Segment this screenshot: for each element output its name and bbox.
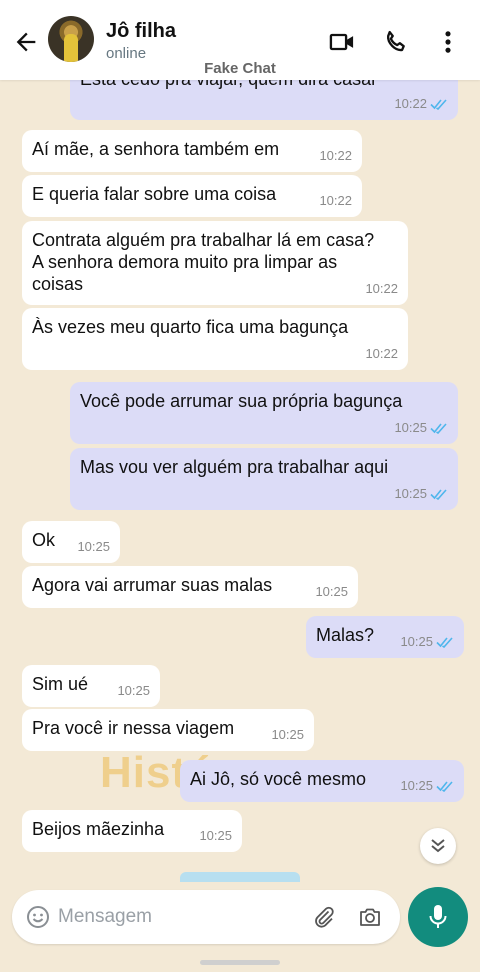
chat-screen: Histó Está cedo pra viajar, quem dirá ca… (0, 0, 480, 972)
avatar[interactable] (48, 16, 94, 62)
overlay-label: Fake Chat (204, 60, 276, 77)
message-text: Às vezes meu quarto fica uma bagunça (32, 317, 349, 337)
message-time: 10:25 (199, 828, 232, 843)
message-meta: 10:22 (319, 145, 352, 167)
message-meta: 10:22 (365, 343, 398, 365)
read-ticks-icon (436, 637, 453, 648)
message-time: 10:22 (365, 346, 398, 361)
message-time: 10:22 (394, 96, 427, 111)
message-outgoing[interactable]: Mas vou ver alguém pra trabalhar aqui 10… (70, 448, 458, 510)
message-time: 10:22 (365, 281, 398, 296)
message-incoming[interactable]: Contrata alguém pra trabalhar lá em casa… (22, 221, 408, 305)
message-incoming[interactable]: Sim ué 10:25 (22, 665, 160, 707)
message-list[interactable]: Histó Está cedo pra viajar, quem dirá ca… (0, 60, 480, 880)
camera-icon[interactable] (358, 905, 382, 929)
message-incoming[interactable]: Aí mãe, a senhora também em 10:22 (22, 130, 362, 172)
message-meta: 10:25 (394, 417, 448, 439)
message-text: Pra você ir nessa viagem (32, 718, 235, 738)
microphone-icon (429, 905, 447, 928)
read-ticks-icon (430, 423, 447, 434)
message-time: 10:25 (400, 634, 433, 649)
chevron-double-down-icon (431, 839, 445, 853)
message-time: 10:22 (319, 193, 352, 208)
message-outgoing[interactable]: Você pode arrumar sua própria bagunça 10… (70, 382, 458, 444)
message-text: E queria falar sobre uma coisa (32, 184, 277, 204)
message-outgoing[interactable]: Malas? 10:25 (306, 616, 464, 658)
message-meta: 10:25 (394, 483, 448, 505)
message-meta: 10:25 (117, 680, 150, 702)
message-text: Contrata alguém pra trabalhar lá em casa… (32, 230, 375, 294)
message-composer[interactable]: Mensagem (12, 890, 400, 944)
message-incoming[interactable]: Ok 10:25 (22, 521, 120, 563)
message-incoming[interactable]: Pra você ir nessa viagem 10:25 (22, 709, 314, 751)
message-time: 10:25 (394, 486, 427, 501)
contact-name[interactable]: Jô filha (106, 20, 176, 43)
message-meta: 10:25 (315, 581, 348, 603)
scroll-to-bottom-button[interactable] (420, 828, 456, 864)
message-time: 10:22 (319, 148, 352, 163)
message-meta: 10:25 (400, 631, 454, 653)
arrow-left-icon[interactable] (12, 28, 40, 56)
message-time: 10:25 (394, 420, 427, 435)
message-meta: 10:25 (77, 536, 110, 558)
home-indicator (200, 960, 280, 965)
message-incoming[interactable]: Às vezes meu quarto fica uma bagunça 10:… (22, 308, 408, 370)
message-time: 10:25 (400, 778, 433, 793)
message-input[interactable]: Mensagem (58, 906, 152, 928)
message-text: Mas vou ver alguém pra trabalhar aqui (80, 457, 389, 477)
emoji-icon[interactable] (26, 905, 50, 929)
read-ticks-icon (436, 781, 453, 792)
message-meta: 10:25 (199, 825, 232, 847)
more-vertical-icon[interactable] (434, 28, 462, 56)
read-ticks-icon (430, 99, 447, 110)
message-meta: 10:25 (271, 724, 304, 746)
read-ticks-icon (430, 489, 447, 500)
message-text: Você pode arrumar sua própria bagunça (80, 391, 403, 411)
message-time: 10:25 (117, 683, 150, 698)
voice-record-button[interactable] (408, 887, 468, 947)
message-meta: 10:22 (319, 190, 352, 212)
message-time: 10:25 (315, 584, 348, 599)
message-incoming[interactable]: Beijos mãezinha 10:25 (22, 810, 242, 852)
message-time: 10:25 (77, 539, 110, 554)
message-text: Aí mãe, a senhora também em (32, 139, 280, 159)
message-time: 10:25 (271, 727, 304, 742)
message-meta: 10:22 (365, 278, 398, 300)
message-incoming[interactable]: Agora vai arrumar suas malas 10:25 (22, 566, 358, 608)
message-incoming[interactable]: E queria falar sobre uma coisa 10:22 (22, 175, 362, 217)
incoming-message-preview (180, 872, 300, 882)
phone-icon[interactable] (382, 28, 410, 56)
message-text: Agora vai arrumar suas malas (32, 575, 273, 595)
video-camera-icon[interactable] (328, 28, 356, 56)
message-outgoing[interactable]: Ai Jô, só você mesmo 10:25 (180, 760, 464, 802)
message-meta: 10:22 (394, 93, 448, 115)
message-meta: 10:25 (400, 775, 454, 797)
paperclip-icon[interactable] (312, 905, 336, 929)
